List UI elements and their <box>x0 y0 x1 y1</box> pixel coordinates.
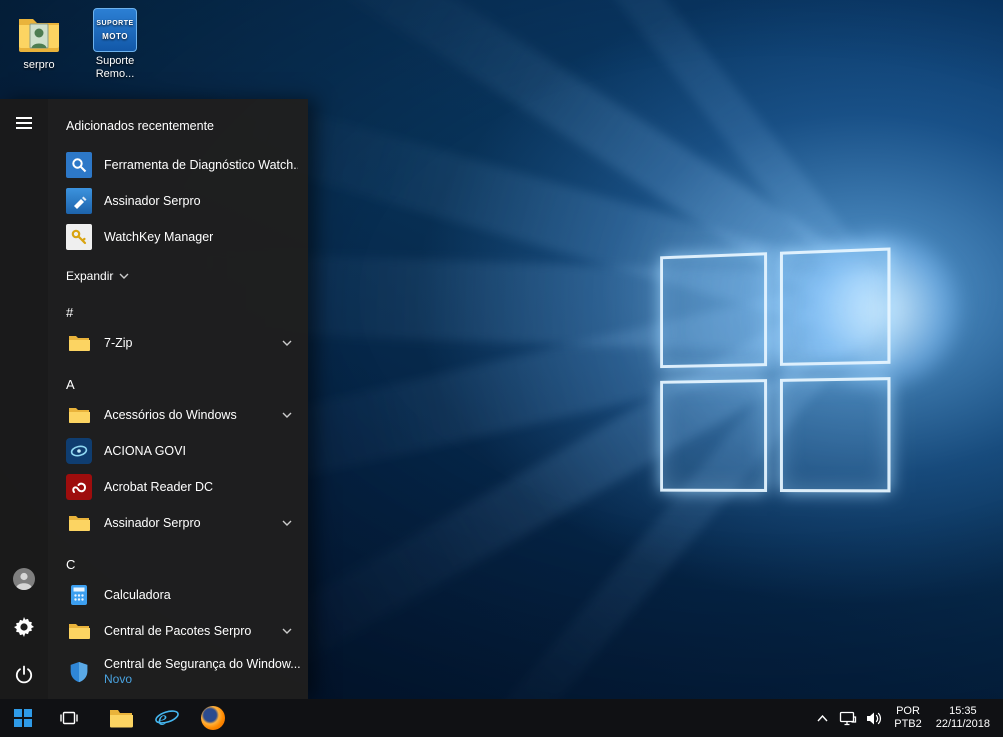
app-item-ferramenta-diagnostico[interactable]: Ferramenta de Diagnóstico Watch... <box>48 147 308 183</box>
power-button[interactable] <box>0 651 48 699</box>
watchkey-icon <box>66 224 92 250</box>
app-label: 7-Zip <box>104 336 132 350</box>
section-header-a[interactable]: A <box>48 371 308 397</box>
app-label: Ferramenta de Diagnóstico Watch... <box>104 158 298 172</box>
folder-icon <box>66 618 92 644</box>
chevron-down-icon <box>119 273 129 279</box>
app-item-aciona-govi[interactable]: ACIONA GOVI <box>48 433 308 469</box>
calculator-icon <box>66 582 92 608</box>
recently-added-header: Adicionados recentemente <box>66 119 308 139</box>
settings-button[interactable] <box>0 603 48 651</box>
desktop-icon-serpro[interactable]: serpro <box>0 12 78 72</box>
app-item-central-seguranca[interactable]: Central de Segurança do Window... Novo <box>48 649 308 695</box>
chevron-down-icon[interactable] <box>282 340 298 346</box>
internet-explorer-button[interactable]: e <box>144 699 190 737</box>
show-hidden-icons-button[interactable] <box>809 699 835 737</box>
serpro-folder-icon <box>16 12 62 56</box>
file-explorer-button[interactable] <box>98 699 144 737</box>
start-menu-rail <box>0 99 48 699</box>
hamburger-icon <box>16 114 32 132</box>
firefox-icon <box>201 706 225 730</box>
app-label: WatchKey Manager <box>104 230 213 244</box>
clock-date: 22/11/2018 <box>936 718 990 731</box>
folder-icon <box>66 510 92 536</box>
svg-text:e: e <box>158 708 167 730</box>
app-label: Central de Pacotes Serpro <box>104 624 251 638</box>
novo-badge: Novo <box>104 672 301 687</box>
app-item-watchkey-manager[interactable]: WatchKey Manager <box>48 219 308 255</box>
task-view-icon <box>59 710 79 726</box>
diagnostic-tool-icon <box>66 152 92 178</box>
start-menu: Adicionados recentemente Ferramenta de D… <box>0 99 308 699</box>
assinador-serpro-icon <box>66 188 92 214</box>
suporte-remoto-icon: SUPORTE MOTO <box>92 8 138 52</box>
expand-button[interactable]: Expandir <box>66 263 308 289</box>
system-tray: POR PTB2 15:35 22/11/2018 <box>809 699 1003 737</box>
app-label: Acrobat Reader DC <box>104 480 213 494</box>
app-label: Calculadora <box>104 588 171 602</box>
security-shield-icon <box>66 659 92 685</box>
windows-logo-icon <box>14 709 32 727</box>
volume-tray-button[interactable] <box>861 699 887 737</box>
app-label: ACIONA GOVI <box>104 444 186 458</box>
gear-icon <box>14 617 34 637</box>
hamburger-menu-button[interactable] <box>0 99 48 147</box>
clock-time: 15:35 <box>936 705 990 718</box>
folder-icon <box>66 330 92 356</box>
app-item-assinador-serpro-recent[interactable]: Assinador Serpro <box>48 183 308 219</box>
language-line2: PTB2 <box>894 718 922 731</box>
app-label: Assinador Serpro <box>104 194 201 208</box>
desktop-icon-suporte-remoto[interactable]: SUPORTE MOTO Suporte Remo... <box>76 8 154 81</box>
start-menu-app-list: Adicionados recentemente Ferramenta de D… <box>48 99 308 699</box>
start-button[interactable] <box>0 699 46 737</box>
app-item-acessorios-windows[interactable]: Acessórios do Windows <box>48 397 308 433</box>
app-item-acrobat-reader[interactable]: Acrobat Reader DC <box>48 469 308 505</box>
clock[interactable]: 15:35 22/11/2018 <box>929 705 997 731</box>
power-icon <box>14 665 34 685</box>
chevron-down-icon[interactable] <box>282 412 298 418</box>
app-item-calculadora[interactable]: Calculadora <box>48 577 308 613</box>
desktop-icon-label: serpro <box>0 59 78 72</box>
firefox-button[interactable] <box>190 699 236 737</box>
language-indicator[interactable]: POR PTB2 <box>887 705 929 731</box>
app-label: Central de Segurança do Window... <box>104 657 301 672</box>
desktop-screen: serpro SUPORTE MOTO Suporte Remo... <box>0 0 1003 737</box>
network-icon <box>839 711 857 726</box>
app-item-7zip[interactable]: 7-Zip <box>48 325 308 361</box>
file-explorer-icon <box>109 708 133 728</box>
expand-label: Expandir <box>66 269 113 283</box>
acrobat-reader-icon <box>66 474 92 500</box>
app-item-central-pacotes[interactable]: Central de Pacotes Serpro <box>48 613 308 649</box>
user-account-button[interactable] <box>0 555 48 603</box>
app-item-assinador-serpro-folder[interactable]: Assinador Serpro <box>48 505 308 541</box>
chevron-up-icon <box>817 715 828 722</box>
app-label: Assinador Serpro <box>104 516 201 530</box>
chevron-down-icon[interactable] <box>282 628 298 634</box>
folder-icon <box>66 402 92 428</box>
section-header-c[interactable]: C <box>48 551 308 577</box>
task-view-button[interactable] <box>46 699 92 737</box>
user-avatar-icon <box>12 567 36 591</box>
aciona-govi-icon <box>66 438 92 464</box>
volume-icon <box>866 711 883 726</box>
desktop-icon-label: Suporte Remo... <box>76 55 154 81</box>
section-header-hash[interactable]: # <box>48 299 308 325</box>
taskbar: e POR PTB2 <box>0 699 1003 737</box>
app-label: Acessórios do Windows <box>104 408 237 422</box>
internet-explorer-icon: e <box>154 706 180 730</box>
language-line1: POR <box>894 705 922 718</box>
network-tray-button[interactable] <box>835 699 861 737</box>
chevron-down-icon[interactable] <box>282 520 298 526</box>
